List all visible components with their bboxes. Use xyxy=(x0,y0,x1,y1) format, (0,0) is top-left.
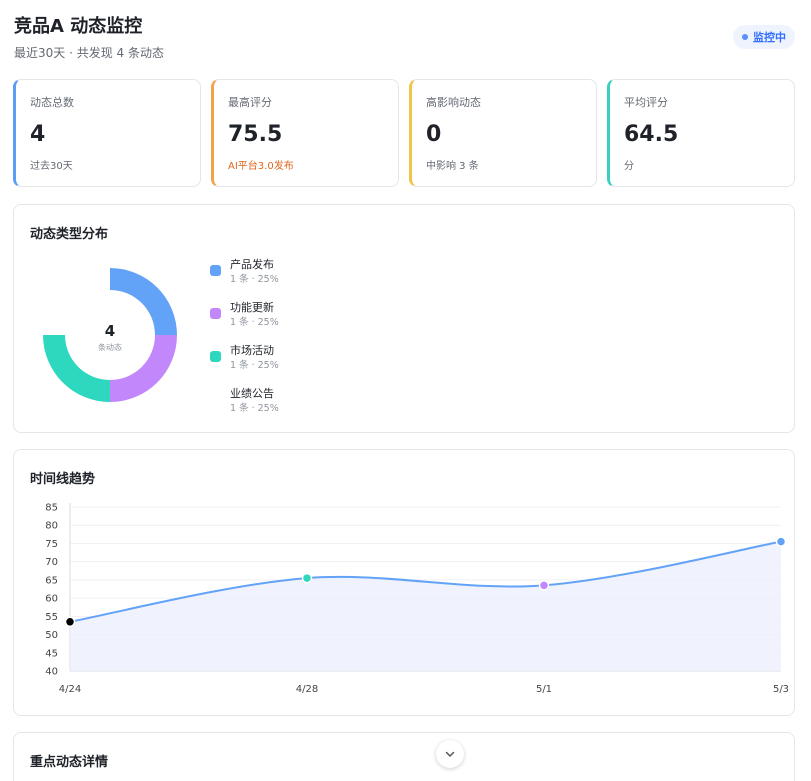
stat-value: 0 xyxy=(426,122,442,147)
legend-name: 产品发布 xyxy=(230,258,274,271)
y-tick-label: 60 xyxy=(45,594,58,605)
y-tick-label: 40 xyxy=(45,667,58,678)
x-tick-label: 5/1 xyxy=(536,684,552,695)
data-point xyxy=(538,580,550,591)
stat-value: 75.5 xyxy=(228,122,283,147)
y-tick-label: 65 xyxy=(45,575,58,586)
distribution-legend: 产品发布 1 条 · 25% 功能更新 1 条 · 25% 市场活动 1 条 ·… xyxy=(210,257,279,429)
stat-sub: 分 xyxy=(624,161,634,172)
donut-total: 4 xyxy=(105,322,115,340)
timeline-line-chart: 40 45 50 55 60 65 70 75 80 85 4/24 4/28 5/1 5/3 xyxy=(45,503,789,696)
stats-row: 动态总数 4 过去30天 最高评分 75.5 AI平台3.0发布 高影响动态 0… xyxy=(13,79,795,187)
data-point xyxy=(64,616,76,628)
donut-chart: 4 条动态 xyxy=(43,268,177,402)
legend-swatch xyxy=(210,351,221,362)
y-tick-label: 80 xyxy=(45,521,58,532)
y-tick-label: 75 xyxy=(45,539,58,550)
stat-label: 高影响动态 xyxy=(426,96,481,109)
legend-item: 产品发布 1 条 · 25% xyxy=(210,257,279,300)
y-tick-label: 55 xyxy=(45,612,58,623)
stat-label: 动态总数 xyxy=(30,96,74,109)
series-area xyxy=(70,541,781,671)
legend-meta: 1 条 · 25% xyxy=(230,360,279,371)
legend-name: 功能更新 xyxy=(230,301,274,314)
stat-sub: 中影响 3 条 xyxy=(426,161,479,172)
stat-value: 64.5 xyxy=(624,122,679,147)
scroll-down-button[interactable] xyxy=(436,740,464,768)
stat-value: 4 xyxy=(30,122,46,147)
y-tick-label: 45 xyxy=(45,648,58,659)
legend-swatch xyxy=(210,308,221,319)
y-tick-label: 85 xyxy=(45,503,58,514)
stat-card-top-score: 最高评分 75.5 AI平台3.0发布 xyxy=(211,79,399,187)
details-title: 重点动态详情 xyxy=(30,755,109,770)
data-point xyxy=(301,572,313,584)
timeline-card: 时间线趋势 40 45 50 55 60 65 70 75 80 85 4/24 4/28 5/1 5/3 xyxy=(13,449,795,716)
y-tick-label: 70 xyxy=(45,557,58,568)
status-dot-icon xyxy=(742,34,748,40)
legend-name: 市场活动 xyxy=(230,344,274,357)
stat-card-average: 平均评分 64.5 分 xyxy=(607,79,795,187)
distribution-title: 动态类型分布 xyxy=(30,227,109,242)
details-card: 重点动态详情 xyxy=(13,732,795,781)
stat-label: 平均评分 xyxy=(624,96,668,109)
page-title: 竞品A 动态监控 xyxy=(14,16,143,37)
stat-sub: 过去30天 xyxy=(30,161,73,172)
legend-item: 业绩公告 1 条 · 25% xyxy=(210,386,279,429)
chevron-down-icon xyxy=(445,751,455,757)
x-tick-label: 4/28 xyxy=(296,684,318,695)
y-tick-label: 50 xyxy=(45,630,58,641)
legend-meta: 1 条 · 25% xyxy=(230,403,279,414)
x-tick-label: 4/24 xyxy=(59,684,81,695)
donut-segment xyxy=(110,268,177,335)
stat-sub: AI平台3.0发布 xyxy=(228,161,294,172)
stat-card-total: 动态总数 4 过去30天 xyxy=(13,79,201,187)
page-header: 竞品A 动态监控 最近30天 · 共发现 4 条动态 监控中 xyxy=(14,14,795,64)
legend-item: 功能更新 1 条 · 25% xyxy=(210,300,279,343)
stat-card-high-impact: 高影响动态 0 中影响 3 条 xyxy=(409,79,597,187)
legend-meta: 1 条 · 25% xyxy=(230,274,279,285)
monitoring-status-badge: 监控中 xyxy=(733,25,795,49)
x-tick-label: 5/3 xyxy=(773,684,789,695)
data-point xyxy=(775,536,787,547)
status-badge-label: 监控中 xyxy=(753,31,786,44)
page-subtitle: 最近30天 · 共发现 4 条动态 xyxy=(14,46,164,60)
legend-swatch xyxy=(210,265,221,276)
stat-label: 最高评分 xyxy=(228,96,272,109)
legend-item: 市场活动 1 条 · 25% xyxy=(210,343,279,386)
legend-name: 业绩公告 xyxy=(230,387,274,400)
legend-meta: 1 条 · 25% xyxy=(230,317,279,328)
distribution-card: 动态类型分布 4 条动态 产品发布 1 条 · 25% 功能更新 1 条 · 2… xyxy=(13,204,795,433)
donut-total-label: 条动态 xyxy=(98,342,122,352)
